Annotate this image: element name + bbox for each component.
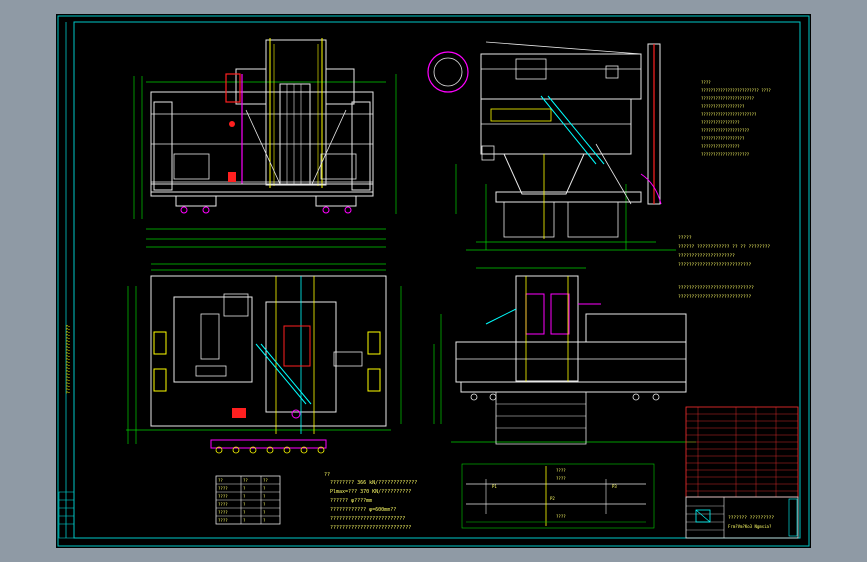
notes-upper: ???? ???????????????????????? ???? ?????… (701, 80, 771, 157)
svg-text:P3: P3 (612, 484, 617, 489)
svg-text:?: ? (263, 510, 266, 515)
svg-text:??????????????????: ?????????????????? (701, 104, 745, 109)
view-front-elevation (133, 38, 397, 248)
svg-text:???????????? φ=600mm??: ???????????? φ=600mm?? (330, 507, 396, 513)
svg-text:????: ???? (218, 518, 228, 523)
cad-viewer: ??????????????????????? ???? ???????????… (0, 0, 867, 562)
parts-list-table (685, 406, 799, 498)
svg-text:??: ?? (218, 478, 223, 483)
svg-text:?: ? (263, 494, 266, 499)
svg-text:Plmax=??? 370 KN/??????????: Plmax=??? 370 KN/?????????? (330, 489, 411, 495)
svg-text:????: ???? (218, 494, 228, 499)
svg-text:????????????????????: ???????????????????? (701, 128, 750, 133)
title-line-1: ??????? ????????? (728, 515, 774, 521)
svg-text:???????????????????????????: ??????????????????????????? (678, 294, 751, 300)
drawing-sheet: ??????????????????????? ???? ???????????… (56, 14, 811, 548)
svg-text:?????????????????????: ????????????????????? (678, 253, 735, 259)
lines-diagram: ???? ???? P1 P2 P3 ???? (461, 463, 655, 529)
svg-text:?????? φ????mm: ?????? φ????mm (330, 498, 372, 504)
svg-text:???????????????????????? ????: ???????????????????????? ???? (701, 88, 771, 93)
drawing-canvas: ??????????????????????? ???? ???????????… (57, 15, 810, 547)
svg-text:?: ? (243, 494, 246, 499)
svg-text:????: ???? (556, 468, 566, 473)
title-line-2: Frm?Vm?Ko3 Ngmsia? (728, 524, 772, 529)
svg-text:?: ? (243, 518, 246, 523)
svg-text:P2: P2 (550, 496, 555, 501)
svg-text:??????????????????????: ?????????????????????? (701, 96, 755, 101)
company-logo (695, 509, 711, 523)
svg-text:P1: P1 (492, 484, 497, 489)
svg-text:?: ? (263, 502, 266, 507)
svg-text:?????????????????????????: ????????????????????????? (330, 516, 405, 522)
spec-table: ?? ?? ?? ???? ? ? ???? ? ? ???? ? ? ????… (215, 475, 281, 525)
svg-text:?: ? (243, 486, 246, 491)
svg-text:????: ???? (556, 514, 566, 519)
svg-text:???????????????????????????: ??????????????????????????? (330, 525, 411, 531)
svg-text:????: ???? (218, 510, 228, 515)
svg-text:????????????????????????????: ???????????????????????????? (678, 285, 754, 291)
svg-text:???????????????????????: ??????????????????????? (701, 112, 757, 117)
left-strip-text: ??????????????????????? (66, 325, 72, 394)
svg-text:????: ???? (218, 502, 228, 507)
svg-text:????: ???? (701, 80, 711, 85)
svg-text:??: ?? (324, 472, 330, 478)
svg-text:?: ? (263, 518, 266, 523)
title-block: ??????? ????????? Frm?Vm?Ko3 Ngmsia? (685, 496, 799, 539)
svg-text:????: ???? (218, 486, 228, 491)
left-strip-cells (58, 491, 75, 539)
svg-text:??: ?? (243, 478, 248, 483)
svg-text:?: ? (243, 510, 246, 515)
notes-middle: ????? ?????? ???????????? ?? ?? ????????… (678, 235, 770, 300)
svg-text:??: ?? (263, 478, 268, 483)
svg-text:???????? 366 kN/?????????????: ???????? 366 kN/????????????? (330, 480, 417, 486)
sheet-frame-outer (57, 15, 810, 547)
svg-text:?: ? (263, 486, 266, 491)
svg-text:?????: ????? (678, 235, 692, 241)
notes-lower: ?? ???????? 366 kN/????????????? Plmax=?… (324, 472, 417, 531)
svg-text:????: ???? (556, 476, 566, 481)
svg-text:??????????????????: ?????????????????? (701, 136, 745, 141)
view-section (433, 267, 696, 445)
svg-text:????????????????????: ???????????????????? (701, 152, 750, 157)
sheet-frame-inner (73, 21, 801, 539)
svg-text:?: ? (243, 502, 246, 507)
svg-text:???????????????????????????: ??????????????????????????? (678, 262, 751, 268)
plan-foundation-row (210, 439, 327, 454)
svg-text:????????????????: ???????????????? (701, 120, 740, 125)
view-plan (126, 263, 402, 454)
svg-text:????????????????: ???????????????? (701, 144, 740, 149)
view-side-elevation (427, 41, 676, 251)
svg-text:?????? ???????????? ?? ?? ????: ?????? ???????????? ?? ?? ???????? (678, 244, 770, 250)
